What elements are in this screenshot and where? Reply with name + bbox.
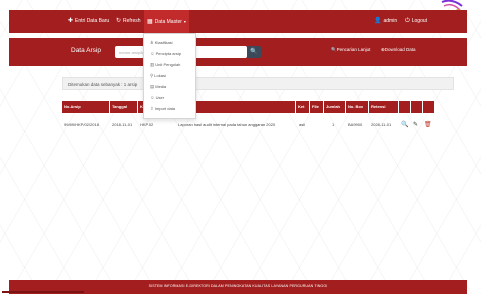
- table-row: 99/89/HKP/02/2018 2018-11-01 HKP.02 Lapo…: [62, 119, 434, 131]
- dropdown-item-pencipta[interactable]: ☺Pencipta arsip: [150, 51, 181, 56]
- entry-new-link[interactable]: ✚ Entri Data Baru: [68, 10, 109, 33]
- result-info: Ditemukan data sebanyak : 1 arsip: [62, 77, 454, 90]
- cell-no-box: BA9900: [348, 122, 363, 127]
- download-data-link[interactable]: ⊕Download Data: [381, 47, 416, 53]
- user-menu[interactable]: 👤 admin: [374, 10, 397, 33]
- dropdown-item-label: Unit Pengolah: [155, 62, 181, 67]
- cell-kode: HKP.02: [140, 122, 154, 127]
- cell-uraian: Laporan hasil audit internal pada tahun …: [178, 122, 276, 127]
- dropdown-item-label: Media: [155, 84, 167, 89]
- user-label: admin: [383, 18, 398, 24]
- sitemap-icon: ⋔: [150, 40, 154, 45]
- caret-down-icon: ▾: [183, 19, 186, 24]
- delete-icon[interactable]: 🗑: [424, 119, 432, 131]
- film-icon: ▤: [150, 84, 155, 89]
- data-master-label: Data Master: [154, 19, 182, 25]
- footer-underline: [2, 291, 84, 293]
- logout-icon: ⏻: [405, 18, 410, 24]
- col-header: Retensi: [371, 104, 386, 109]
- refresh-icon: ↻: [116, 18, 122, 24]
- dropdown-item-label: Lokasi: [154, 73, 166, 78]
- data-master-menu[interactable]: ▦ Data Master ▾: [144, 10, 189, 33]
- dropdown-item-label: Klasifikasi: [154, 40, 173, 45]
- cell-retensi: 2028-11-01: [371, 122, 392, 127]
- logout-label: Logout: [411, 18, 428, 24]
- dropdown-item-label: Import data: [154, 106, 176, 111]
- view-icon[interactable]: 🔍: [401, 119, 408, 131]
- table-header: No.Arsip Tanggal Ko Ket File Jumlah No. …: [62, 101, 434, 113]
- logout-link[interactable]: ⏻ Logout: [405, 10, 427, 33]
- col-header: No.Arsip: [64, 104, 81, 109]
- building-icon: ▥: [150, 62, 155, 67]
- user-icon: 👤: [374, 18, 382, 24]
- search-band: Data Arsip 🔍 🔍Pencarian Lanjut ⊕Download…: [9, 38, 467, 66]
- dropdown-item-label: Pencipta arsip: [155, 51, 181, 56]
- dropdown-item-import[interactable]: ⇪Import data: [150, 106, 175, 112]
- page-title: Data Arsip: [71, 47, 101, 54]
- edit-icon[interactable]: ✎: [413, 119, 418, 131]
- advanced-search-label: Pencarian Lanjut: [336, 47, 371, 52]
- refresh-link[interactable]: ↻ Refresh: [116, 10, 141, 33]
- dropdown-item-unit[interactable]: ▥Unit Pengolah: [150, 62, 180, 68]
- cell-tanggal: 2018-11-01: [112, 122, 133, 127]
- dropdown-item-klasifikasi[interactable]: ⋔Klasifikasi: [150, 40, 173, 46]
- cell-no-arsip: 99/89/HKP/02/2018: [64, 122, 99, 127]
- col-header: Jumlah: [326, 104, 341, 109]
- footer-text: SISTEM INFORMASI E-DIREKTORI DALAM PENIN…: [148, 284, 328, 288]
- advanced-search-link[interactable]: 🔍Pencarian Lanjut: [331, 47, 370, 53]
- top-navbar: ✚ Entri Data Baru ↻ Refresh ▦ Data Master ▾ …: [9, 10, 467, 33]
- user-icon: ☺: [150, 51, 155, 56]
- refresh-label: Refresh: [123, 18, 141, 24]
- cell-jumlah: 1: [332, 122, 335, 127]
- entry-new-label: Entri Data Baru: [75, 18, 110, 24]
- map-marker-icon: ⚲: [150, 73, 154, 78]
- dropdown-item-label: User: [155, 95, 165, 100]
- dropdown-item-lokasi[interactable]: ⚲Lokasi: [150, 73, 166, 79]
- user-icon: ☺: [150, 95, 155, 100]
- col-header: Ket: [298, 104, 305, 109]
- dropdown-item-user[interactable]: ☺User: [150, 95, 164, 100]
- search-button[interactable]: 🔍: [247, 46, 261, 58]
- search-icon: 🔍: [250, 49, 258, 55]
- col-header: Tanggal: [112, 104, 128, 109]
- col-header: File: [312, 104, 319, 109]
- cell-ket: asli: [299, 122, 306, 127]
- plus-icon: ✚: [68, 18, 74, 24]
- data-master-dropdown: ⋔Klasifikasi ☺Pencipta arsip ▥Unit Pengo…: [143, 33, 196, 119]
- col-header: No. Box: [348, 104, 364, 109]
- table-icon: ▦: [147, 19, 153, 25]
- download-data-label: Download Data: [384, 47, 416, 52]
- dropdown-item-media[interactable]: ▤Media: [150, 84, 166, 90]
- upload-icon: ⇪: [150, 106, 154, 111]
